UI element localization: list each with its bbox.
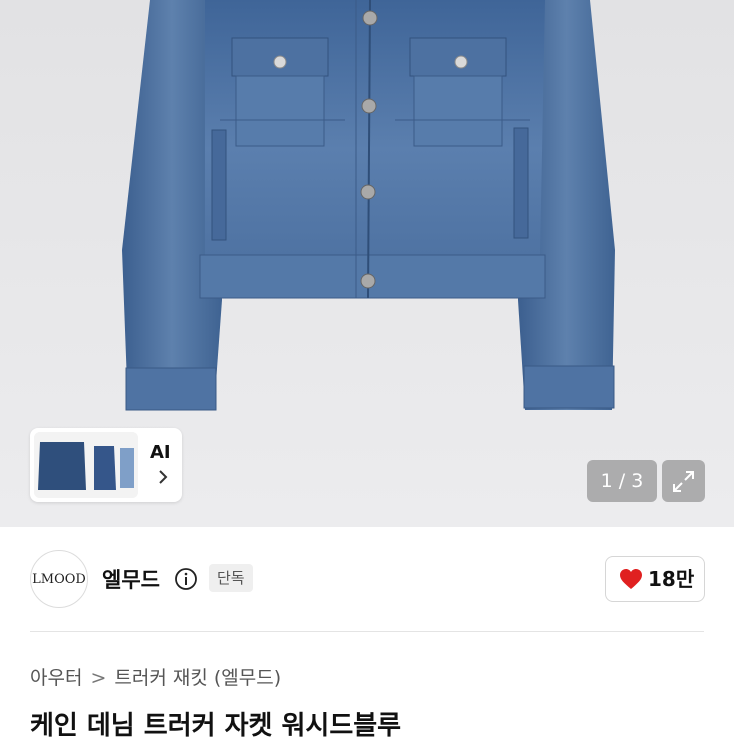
expand-image-button[interactable] bbox=[662, 460, 705, 502]
product-title: 케인 데님 트러커 자켓 워시드블루 bbox=[30, 711, 402, 741]
breadcrumb: 아우터 > 트러커 재킷 (엘무드) bbox=[30, 663, 281, 690]
ai-thumbnail-image bbox=[34, 432, 138, 498]
brand-logo-text: LMOOD bbox=[32, 571, 86, 587]
brand-name[interactable]: 엘무드 bbox=[102, 564, 160, 594]
like-button[interactable]: 18만 bbox=[605, 556, 705, 602]
exclusive-badge: 단독 bbox=[209, 564, 253, 592]
like-count: 18만 bbox=[648, 567, 695, 591]
breadcrumb-item-outer[interactable]: 아우터 bbox=[30, 667, 82, 689]
chevron-right-icon bbox=[159, 470, 168, 484]
ai-label: AI bbox=[150, 442, 171, 463]
divider bbox=[30, 631, 704, 632]
ai-similar-items-card[interactable]: AI bbox=[30, 428, 182, 502]
chevron-right-icon: > bbox=[90, 667, 107, 689]
heart-icon bbox=[620, 569, 642, 589]
image-counter: 1 / 3 bbox=[587, 460, 657, 502]
brand-logo[interactable]: LMOOD bbox=[30, 550, 88, 608]
product-image-gallery[interactable]: AI 1 / 3 bbox=[0, 0, 734, 527]
breadcrumb-item-trucker-jacket[interactable]: 트러커 재킷 (엘무드) bbox=[114, 667, 281, 689]
info-icon[interactable] bbox=[174, 567, 198, 591]
expand-icon bbox=[673, 471, 694, 492]
brand-row: LMOOD 엘무드 단독 18만 bbox=[0, 527, 734, 632]
